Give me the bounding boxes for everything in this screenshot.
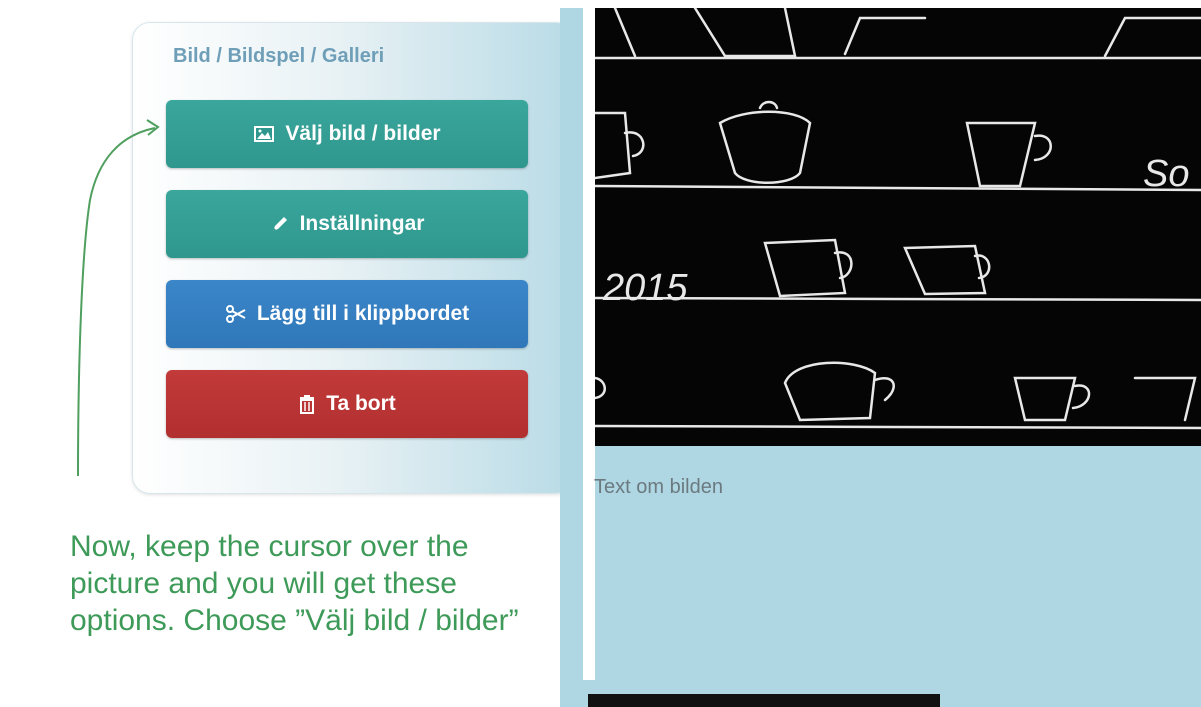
- add-to-clipboard-label: Lägg till i klippbordet: [256, 302, 470, 325]
- choose-image-label: Välj bild / bilder: [285, 122, 441, 145]
- add-to-clipboard-button[interactable]: Lägg till i klippbordet: [166, 280, 528, 348]
- image-caption[interactable]: Text om bilden: [594, 476, 723, 499]
- delete-button[interactable]: Ta bort: [166, 370, 528, 438]
- top-strip: [560, 0, 1201, 8]
- settings-button[interactable]: Inställningar: [166, 190, 528, 258]
- panel-title: Bild / Bildspel / Galleri: [173, 45, 385, 67]
- column-divider: [583, 0, 595, 680]
- image-preview[interactable]: 2015 So: [595, 8, 1201, 446]
- cups-illustration: 2015 So: [595, 8, 1201, 430]
- pencil-icon: [270, 214, 290, 234]
- image-options-panel: Bild / Bildspel / Galleri Välj bild / bi…: [132, 22, 574, 494]
- image-year-text: 2015: [602, 267, 688, 309]
- tutorial-arrow: [77, 119, 160, 477]
- delete-label: Ta bort: [326, 392, 396, 415]
- image-icon: [253, 125, 275, 143]
- settings-label: Inställningar: [299, 212, 425, 235]
- scissors-icon: [225, 304, 247, 324]
- image-word-text: So: [1143, 153, 1189, 195]
- choose-image-button[interactable]: Välj bild / bilder: [166, 100, 528, 168]
- tutorial-instruction: Now, keep the cursor over the picture an…: [70, 530, 519, 637]
- trash-icon: [298, 394, 316, 414]
- next-image-thumbnail: [588, 694, 940, 707]
